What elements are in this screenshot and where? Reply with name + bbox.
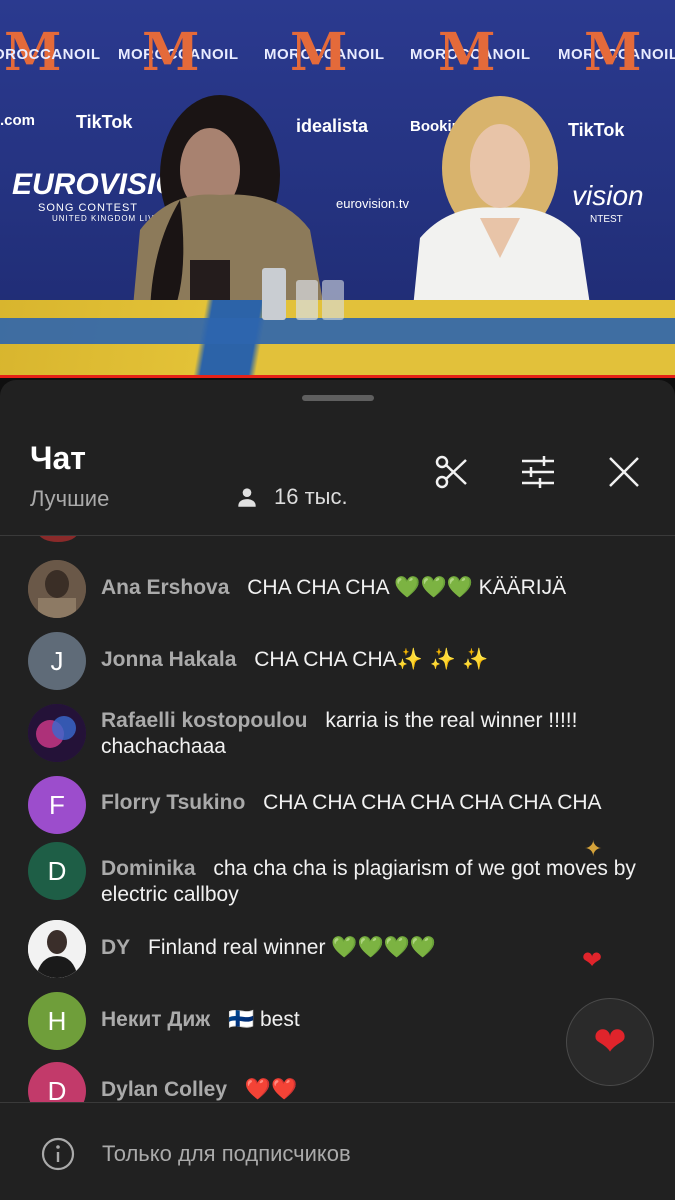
chat-author[interactable]: Dominika: [101, 857, 196, 880]
viewers-count: 16 тыс.: [234, 484, 348, 510]
moroccanoil-m-logo: M: [290, 22, 348, 83]
event-url: eurovision.tv: [336, 196, 409, 211]
chat-author[interactable]: Некит Диж: [101, 1008, 210, 1031]
avatar[interactable]: J: [28, 632, 86, 690]
sponsor-backdrop: M MOROCCANOIL MOROCCANOIL M MOROCCANOIL …: [0, 22, 675, 83]
chat-text: Finland real winner: [148, 936, 326, 959]
chat-text: CHA CHA CHA CHA CHA CHA CHA: [263, 791, 602, 814]
scissors-icon[interactable]: [432, 452, 472, 492]
video-progress-bar[interactable]: [0, 375, 675, 378]
info-icon[interactable]: [40, 1136, 76, 1172]
chat-title: Чат: [30, 440, 86, 476]
chat-message[interactable]: D Dylan Colley ❤️❤️: [28, 1062, 668, 1102]
chat-message[interactable]: DY Finland real winner 💚💚💚💚: [28, 920, 668, 978]
reaction-heart-button[interactable]: ❤: [566, 998, 654, 1086]
people-icon: [238, 488, 256, 507]
moroccanoil-m-logo: M: [438, 22, 496, 83]
avatar[interactable]: D: [28, 1062, 86, 1102]
party-popper-icon: ✦: [584, 836, 603, 861]
subscribers-only-notice: Только для подписчиков: [102, 1141, 351, 1166]
table-items: [262, 268, 344, 320]
avatar[interactable]: [28, 560, 86, 618]
sparkles-emoji: ✨ ✨ ✨: [396, 647, 489, 671]
chat-text: best: [260, 1008, 300, 1031]
chat-author[interactable]: Florry Tsukino: [101, 791, 245, 814]
avatar[interactable]: [28, 704, 86, 762]
green-heart-emoji: 💚💚💚💚: [331, 935, 436, 959]
red-heart-emoji: ❤️❤️: [244, 1077, 298, 1101]
chat-author[interactable]: DY: [101, 936, 130, 959]
brand-text: MOROCCANOIL: [0, 46, 101, 63]
close-icon[interactable]: [604, 452, 644, 492]
chat-filter-label[interactable]: Лучшие: [30, 486, 109, 512]
chat-message[interactable]: Rafaelli kostopoulou karria is the real …: [28, 704, 668, 762]
video-player[interactable]: M MOROCCANOIL MOROCCANOIL M MOROCCANOIL …: [0, 0, 675, 378]
chat-message[interactable]: Ana Ershova CHA CHA CHA 💚💚💚 KÄÄRIJÄ: [28, 560, 668, 618]
chat-author[interactable]: Jonna Hakala: [101, 648, 236, 671]
filter-sliders-icon[interactable]: [518, 452, 558, 492]
chat-author[interactable]: Ana Ershova: [101, 576, 229, 599]
chat-footer: Только для подписчиков: [0, 1102, 675, 1200]
chat-message[interactable]: F Florry Tsukino CHA CHA CHA CHA CHA CHA…: [28, 776, 668, 834]
chat-message[interactable]: J Jonna Hakala CHA CHA CHA✨ ✨ ✨: [28, 632, 668, 690]
avatar[interactable]: H: [28, 992, 86, 1050]
chat-author[interactable]: Dylan Colley: [101, 1078, 227, 1101]
sponsor-text: .com: [0, 112, 36, 129]
chat-text: KÄÄRIJÄ: [478, 576, 567, 599]
chat-message[interactable]: D Dominika cha cha cha is plagiarism of …: [28, 842, 668, 908]
chat-text: CHA CHA CHA: [254, 648, 397, 671]
viewers-count-text: 16 тыс.: [274, 484, 348, 509]
avatar: [38, 536, 78, 542]
avatar[interactable]: [28, 920, 86, 978]
avatar[interactable]: D: [28, 842, 86, 900]
finland-flag-emoji: 🇫🇮: [228, 1007, 255, 1031]
moroccanoil-m-logo: M: [584, 22, 642, 83]
chat-author[interactable]: Rafaelli kostopoulou: [101, 709, 308, 732]
floating-heart-icon: ❤: [582, 947, 603, 974]
drag-handle[interactable]: [302, 395, 374, 401]
green-heart-emoji: 💚💚💚: [394, 575, 473, 599]
chat-text: CHA CHA CHA: [247, 576, 389, 599]
heart-icon: ❤: [593, 1020, 627, 1064]
avatar[interactable]: F: [28, 776, 86, 834]
moroccanoil-m-logo: M: [142, 22, 200, 83]
live-chat-panel: Чат Лучшие 16 тыс. Ana Ershova CHA CHA C…: [0, 380, 675, 1200]
